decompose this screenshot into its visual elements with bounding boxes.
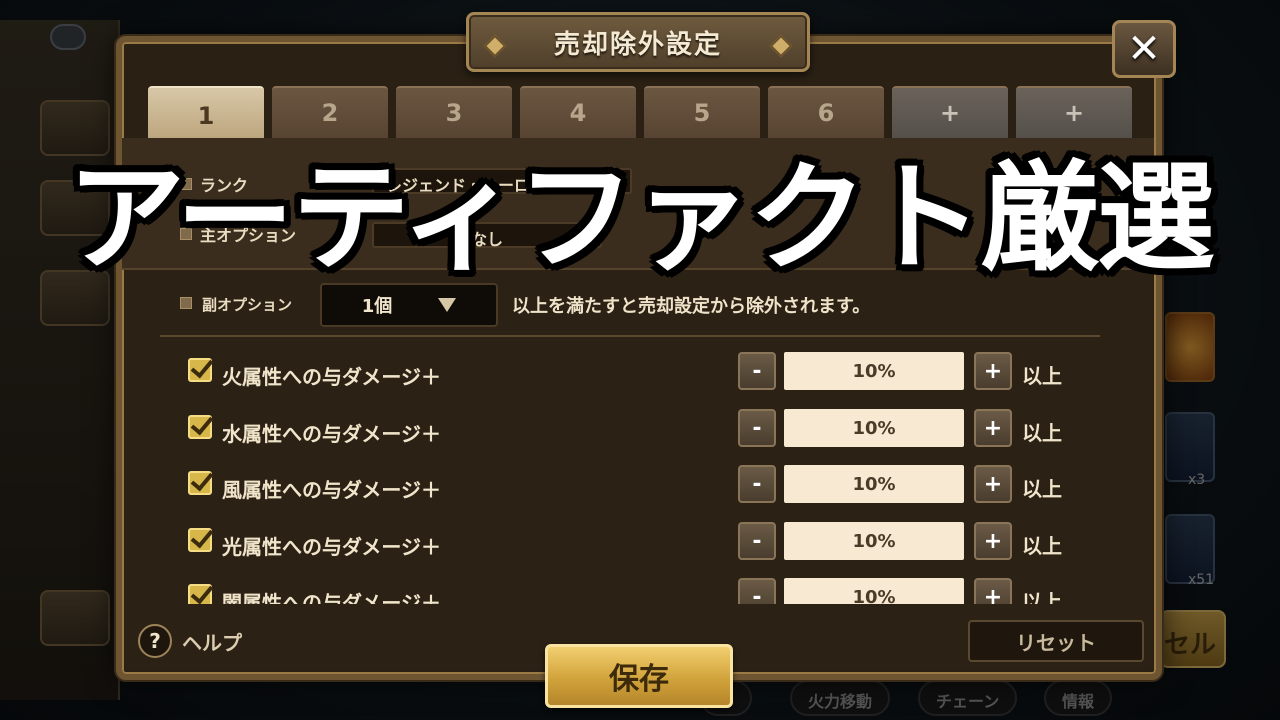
option-list: 火属性への与ダメージ＋ - 10% + 以上 水属性への与ダメージ＋ - 10%… — [170, 342, 1100, 604]
help-button[interactable]: ? ヘルプ — [138, 624, 242, 658]
option-suffix: 以上 — [1022, 364, 1062, 388]
diamond-ornament-icon — [769, 34, 793, 58]
decrease-button[interactable]: - — [738, 352, 776, 390]
caret-down-icon — [438, 298, 457, 312]
list-item: 火属性への与ダメージ＋ - 10% + 以上 — [170, 352, 1100, 392]
sub-option-checkbox[interactable] — [180, 297, 192, 309]
dialog-title-plate: 売却除外設定 — [466, 12, 810, 72]
option-label: 風属性への与ダメージ＋ — [222, 478, 441, 502]
option-label: 水属性への与ダメージ＋ — [222, 422, 441, 446]
checkbox-checked-icon[interactable] — [188, 528, 212, 552]
checkbox-checked-icon[interactable] — [188, 471, 212, 495]
option-label: 闇属性への与ダメージ＋ — [222, 591, 441, 604]
list-item: 光属性への与ダメージ＋ - 10% + 以上 — [170, 522, 1100, 562]
increase-button[interactable]: + — [974, 352, 1012, 390]
dialog-title: 売却除外設定 — [553, 29, 722, 60]
sub-option-label: 副オプション — [202, 296, 293, 314]
option-suffix: 以上 — [1022, 421, 1062, 445]
help-label: ヘルプ — [182, 630, 242, 655]
increase-button[interactable]: + — [974, 465, 1012, 503]
option-value: 10% — [784, 352, 964, 390]
option-value: 10% — [784, 465, 964, 503]
save-button[interactable]: 保存 — [545, 644, 733, 708]
headline-text: アーティファクト厳選 — [67, 148, 1215, 287]
option-value: 10% — [784, 578, 964, 604]
checkbox-checked-icon[interactable] — [188, 358, 212, 382]
close-icon: ✕ — [1127, 26, 1161, 72]
list-item: 水属性への与ダメージ＋ - 10% + 以上 — [170, 409, 1100, 449]
option-suffix: 以上 — [1022, 534, 1062, 558]
help-icon: ? — [138, 624, 172, 658]
option-suffix: 以上 — [1022, 477, 1062, 501]
decrease-button[interactable]: - — [738, 409, 776, 447]
section-divider — [160, 335, 1100, 337]
increase-button[interactable]: + — [974, 409, 1012, 447]
option-value: 10% — [784, 409, 964, 447]
list-item: 闇属性への与ダメージ＋ - 10% + 以上 — [170, 578, 1100, 604]
decrease-button[interactable]: - — [738, 465, 776, 503]
close-button[interactable]: ✕ — [1112, 20, 1176, 78]
checkbox-checked-icon[interactable] — [188, 415, 212, 439]
diamond-ornament-icon — [483, 34, 507, 58]
option-suffix: 以上 — [1022, 590, 1062, 604]
option-label: 光属性への与ダメージ＋ — [222, 535, 441, 559]
reset-button[interactable]: リセット — [968, 620, 1144, 662]
headline-overlay: アーティファクト厳選 — [0, 132, 1280, 287]
increase-button[interactable]: + — [974, 522, 1012, 560]
option-label: 火属性への与ダメージ＋ — [222, 365, 441, 389]
sub-option-count: 1個 — [361, 296, 393, 317]
decrease-button[interactable]: - — [738, 522, 776, 560]
option-value: 10% — [784, 522, 964, 560]
decrease-button[interactable]: - — [738, 578, 776, 604]
list-item: 風属性への与ダメージ＋ - 10% + 以上 — [170, 465, 1100, 505]
sub-option-description: 以上を満たすと売却設定から除外されます。 — [512, 296, 871, 317]
increase-button[interactable]: + — [974, 578, 1012, 604]
checkbox-checked-icon[interactable] — [188, 584, 212, 604]
